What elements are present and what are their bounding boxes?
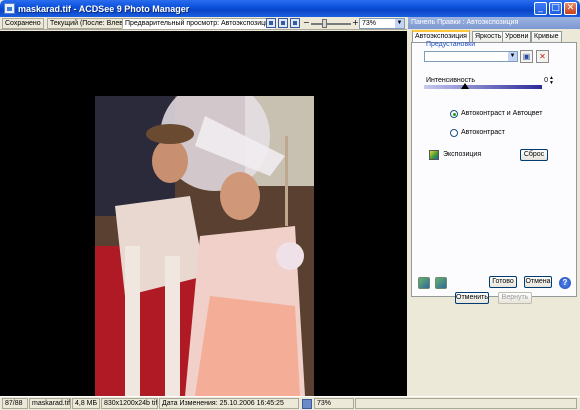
maximize-button[interactable]: □ — [549, 2, 562, 15]
intensity-slider-thumb[interactable] — [461, 83, 470, 89]
reset-button[interactable]: Сброс — [520, 149, 548, 161]
close-button[interactable]: ✕ — [564, 2, 577, 15]
view-toolbar: Сохранено Текущий (После: Влево) Предвар… — [0, 17, 407, 30]
chevron-down-icon[interactable]: ▼ — [508, 52, 517, 61]
view-single-icon[interactable] — [266, 18, 276, 28]
radio-autocontrast[interactable] — [450, 129, 458, 137]
delete-preset-button[interactable]: ✕ — [536, 50, 549, 63]
presets-label: Предустановки — [426, 41, 476, 48]
cancel-button[interactable]: Отмена — [524, 276, 552, 288]
tab-current[interactable]: Текущий (После: Влево) — [47, 18, 133, 29]
status-empty — [355, 398, 577, 409]
compare-icon[interactable] — [418, 277, 430, 289]
tab-brightness[interactable]: Яркость — [472, 31, 505, 42]
tab-saved[interactable]: Сохранено — [2, 18, 44, 29]
zoom-slider-track[interactable] — [311, 23, 351, 25]
photo-maskarad — [95, 96, 314, 396]
intensity-slider-track[interactable] — [424, 85, 542, 89]
radio-autocontrast-label: Автоконтраст — [461, 129, 505, 136]
window-title: maskarad.tif - ACDSee 9 Photo Manager — [18, 3, 190, 14]
zoom-out-icon[interactable]: − — [303, 18, 310, 27]
exposure-icon — [429, 150, 439, 160]
title-bar[interactable]: maskarad.tif - ACDSee 9 Photo Manager _ … — [0, 0, 580, 17]
intensity-value[interactable]: 0 — [536, 76, 548, 86]
status-filesize: 4,8 МБ — [72, 398, 100, 409]
status-date: Дата Изменения: 25.10.2006 16:45:25 — [159, 398, 299, 409]
presets-select[interactable]: ▼ — [424, 51, 518, 62]
image-viewer[interactable] — [0, 31, 407, 396]
view-fit-icon[interactable] — [290, 18, 300, 28]
save-preset-button[interactable]: ▣ — [520, 50, 533, 63]
exposure-label: Экспозиция — [443, 151, 482, 158]
status-position: 87/88 — [2, 398, 28, 409]
status-filename: maskarad.tif — [29, 398, 71, 409]
minimize-button[interactable]: _ — [534, 2, 547, 15]
zoom-select[interactable]: 73% ▼ — [359, 18, 405, 29]
zoom-in-icon[interactable]: + — [352, 18, 359, 27]
done-button[interactable]: Готово — [489, 276, 517, 288]
zoom-status-icon — [302, 399, 312, 409]
tab-preview[interactable]: Предварительный просмотр: Автоэкспозиция — [122, 18, 276, 29]
status-bar: 87/88 maskarad.tif 4,8 МБ 830x1200x24b t… — [0, 396, 580, 410]
chevron-down-icon[interactable]: ▼ — [395, 19, 404, 28]
zoom-slider-thumb[interactable] — [322, 19, 327, 28]
undo-button[interactable]: Отменить — [455, 292, 489, 304]
intensity-spinner[interactable]: ▲ ▼ — [549, 76, 554, 87]
zoom-select-value: 73% — [362, 20, 377, 27]
app-icon[interactable] — [4, 3, 15, 14]
redo-button: Вернуть — [498, 292, 532, 304]
panel-title: Панель Правки : Автоэкспозиция — [408, 17, 580, 29]
tab-levels[interactable]: Уровни — [502, 31, 532, 42]
status-zoom: 73% — [314, 398, 354, 409]
window-controls: _ □ ✕ — [534, 2, 577, 15]
radio-autocontrast-color-label: Автоконтраст и Автоцвет — [461, 110, 543, 117]
view-split-icon[interactable] — [278, 18, 288, 28]
refresh-icon[interactable] — [435, 277, 447, 289]
edit-panel: Автоэкспозиция Яркость Уровни Кривые Пре… — [408, 29, 580, 396]
radio-autocontrast-color[interactable] — [450, 110, 458, 118]
status-dimensions: 830x1200x24b tiff — [101, 398, 158, 409]
tab-curves[interactable]: Кривые — [531, 31, 562, 42]
help-icon[interactable]: ? — [559, 277, 571, 289]
